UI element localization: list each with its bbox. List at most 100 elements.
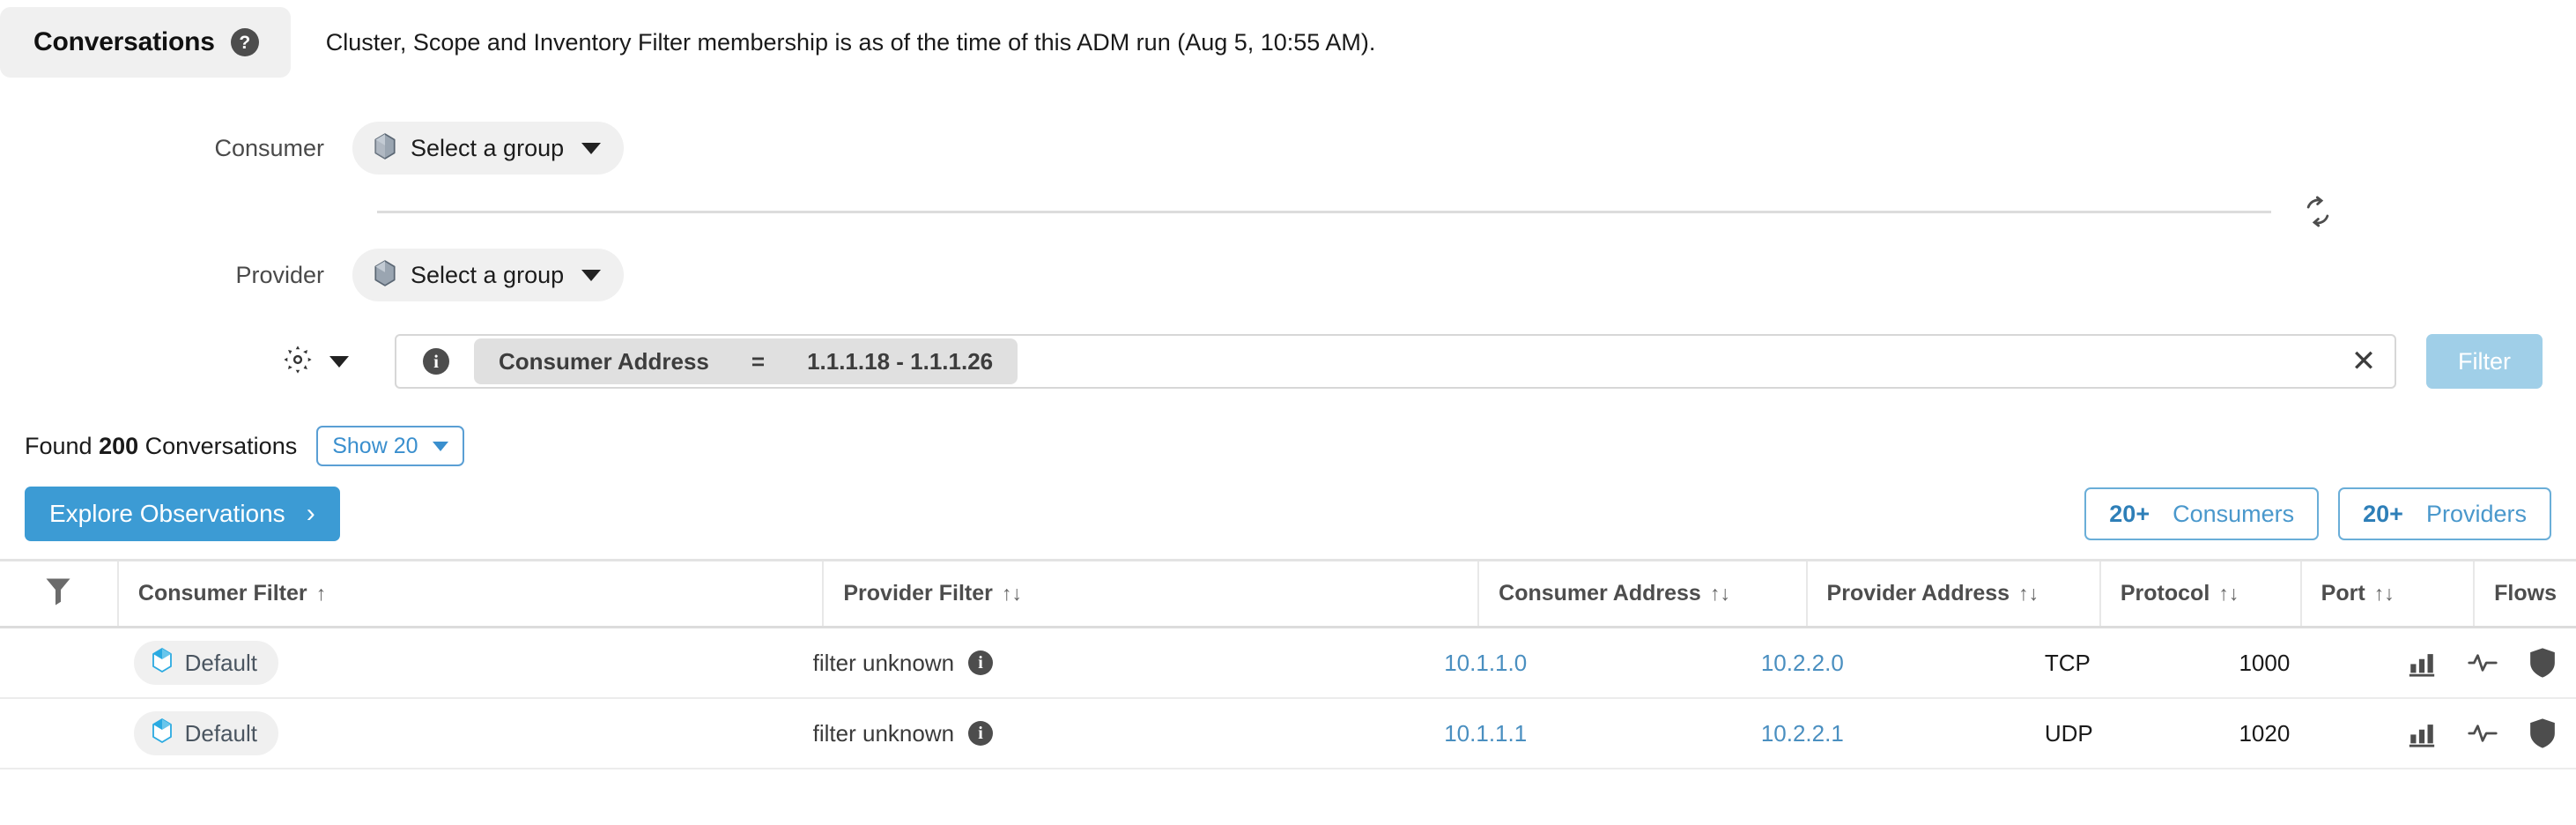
sort-icon: ↑ [315,582,327,605]
providers-count-button[interactable]: 20+ Providers [2338,487,2551,540]
flow-actions [2407,717,2557,749]
conversations-table: Consumer Filter ↑ Provider Filter ↑↓ Con… [0,559,2576,769]
cube-icon [152,717,173,749]
chevron-right-icon: › [306,499,315,528]
gear-icon [282,344,314,380]
consumer-filter-label: Default [184,719,258,747]
column-label: Consumer Address [1499,581,1701,606]
column-filter-toggle[interactable] [0,561,119,626]
found-count: 200 [99,432,139,459]
column-header-consumer-filter[interactable]: Consumer Filter ↑ [119,561,825,626]
action-row: Explore Observations › 20+ Consumers 20+… [0,481,2576,546]
consumer-group-select[interactable]: Select a group [352,122,625,175]
sort-icon: ↑↓ [2018,582,2039,605]
cell-provider-address[interactable]: 10.2.2.1 [1742,699,2025,768]
info-icon[interactable]: i [968,650,994,675]
consumer-filter-tag[interactable]: Default [133,641,279,685]
cell-consumer-address[interactable]: 10.1.1.0 [1425,628,1742,697]
close-icon[interactable]: ✕ [2336,344,2391,379]
explore-observations-button[interactable]: Explore Observations › [25,487,340,541]
cell-consumer-address[interactable]: 10.1.1.1 [1425,699,1742,768]
info-icon[interactable]: i [423,348,449,375]
found-prefix: Found [25,432,100,459]
info-icon[interactable]: i [968,721,994,746]
found-suffix: Conversations [138,432,298,459]
show-page-size-label: Show 20 [332,433,418,458]
shield-icon[interactable] [2528,717,2557,749]
group-selector-area: Consumer Select a group Provider Select … [0,85,2576,312]
column-label: Provider Address [1826,581,2010,606]
filter-chip-value: 1.1.1.18 - 1.1.1.26 [807,347,994,375]
consumer-filter-label: Default [184,649,258,676]
filter-button[interactable]: Filter [2426,334,2543,389]
column-header-provider-address[interactable]: Provider Address ↑↓ [1808,561,2101,626]
tab-conversations[interactable]: Conversations ? [0,7,291,78]
consumer-row: Consumer Select a group [0,111,2576,185]
column-header-port[interactable]: Port ↑↓ [2302,561,2476,626]
results-summary: Found 200 Conversations Show 20 [0,418,2576,474]
column-header-provider-filter[interactable]: Provider Filter ↑↓ [824,561,1480,626]
row-select-cell[interactable] [0,699,115,768]
adm-run-note: Cluster, Scope and Inventory Filter memb… [325,28,1376,56]
consumer-filter-tag[interactable]: Default [133,711,279,755]
provider-label: Provider [235,261,324,288]
cell-protocol: TCP [2044,649,2091,676]
table-row[interactable]: Default filter unknown i 10.1.1.1 10.2.2… [0,699,2576,769]
bar-chart-icon[interactable] [2407,718,2437,748]
column-label: Provider Filter [843,581,993,606]
table-header-row: Consumer Filter ↑ Provider Filter ↑↓ Con… [0,561,2576,628]
column-header-flows[interactable]: Flows [2475,561,2576,626]
consumers-count-button[interactable]: 20+ Consumers [2084,487,2320,540]
consumers-label: Consumers [2173,500,2295,527]
column-label: Flows [2494,581,2557,606]
show-page-size-dropdown[interactable]: Show 20 [316,426,464,466]
column-label: Consumer Filter [137,581,307,606]
filter-chip[interactable]: Consumer Address = 1.1.1.18 - 1.1.1.26 [474,338,1018,384]
filter-input[interactable]: i Consumer Address = 1.1.1.18 - 1.1.1.26… [395,334,2396,389]
cell-provider-address[interactable]: 10.2.2.0 [1742,628,2025,697]
chevron-down-icon [432,441,448,451]
cell-consumer-filter: Default [115,699,794,768]
provider-group-value: Select a group [411,261,565,288]
cell-flows [2387,628,2576,697]
tab-conversations-label: Conversations [33,27,215,56]
cube-icon [374,132,396,164]
consumer-group-value: Select a group [411,134,565,161]
bar-chart-icon[interactable] [2407,648,2437,678]
page-header: Conversations ? Cluster, Scope and Inven… [0,0,2576,85]
column-header-consumer-address[interactable]: Consumer Address ↑↓ [1479,561,1808,626]
shield-icon[interactable] [2528,647,2557,679]
chevron-down-icon [581,269,602,281]
cell-provider-filter: filter unknown i [794,628,1425,697]
sort-icon: ↑↓ [1709,582,1730,605]
chevron-down-icon [329,355,349,368]
cube-icon [152,647,173,679]
provider-group-select[interactable]: Select a group [352,249,625,301]
column-label: Port [2321,581,2365,606]
provider-filter-label: filter unknown [812,719,955,747]
divider [377,210,2271,213]
consumers-count: 20+ [2109,500,2150,527]
consumer-label: Consumer [214,134,324,161]
cell-provider-filter: filter unknown i [794,699,1425,768]
activity-pulse-icon[interactable] [2467,648,2498,678]
sort-icon: ↑↓ [2218,582,2239,605]
cell-port: 1020 [2239,719,2291,747]
funnel-filter-icon [43,575,73,613]
filter-settings-button[interactable] [282,344,349,380]
provider-row: Provider Select a group [0,238,2576,312]
column-header-protocol[interactable]: Protocol ↑↓ [2101,561,2302,626]
cell-protocol: UDP [2044,719,2093,747]
refresh-swap-icon[interactable] [2298,191,2338,232]
sort-icon: ↑↓ [2373,582,2395,605]
providers-count: 20+ [2363,500,2403,527]
table-row[interactable]: Default filter unknown i 10.1.1.0 10.2.2… [0,628,2576,699]
row-select-cell[interactable] [0,628,115,697]
column-label: Protocol [2120,581,2210,606]
activity-pulse-icon[interactable] [2467,718,2498,748]
help-circle-icon[interactable]: ? [230,28,259,56]
selector-divider-row [0,185,2576,238]
filter-chip-field: Consumer Address [499,347,709,375]
filter-bar: i Consumer Address = 1.1.1.18 - 1.1.1.26… [0,321,2576,402]
explore-observations-label: Explore Observations [49,500,285,527]
